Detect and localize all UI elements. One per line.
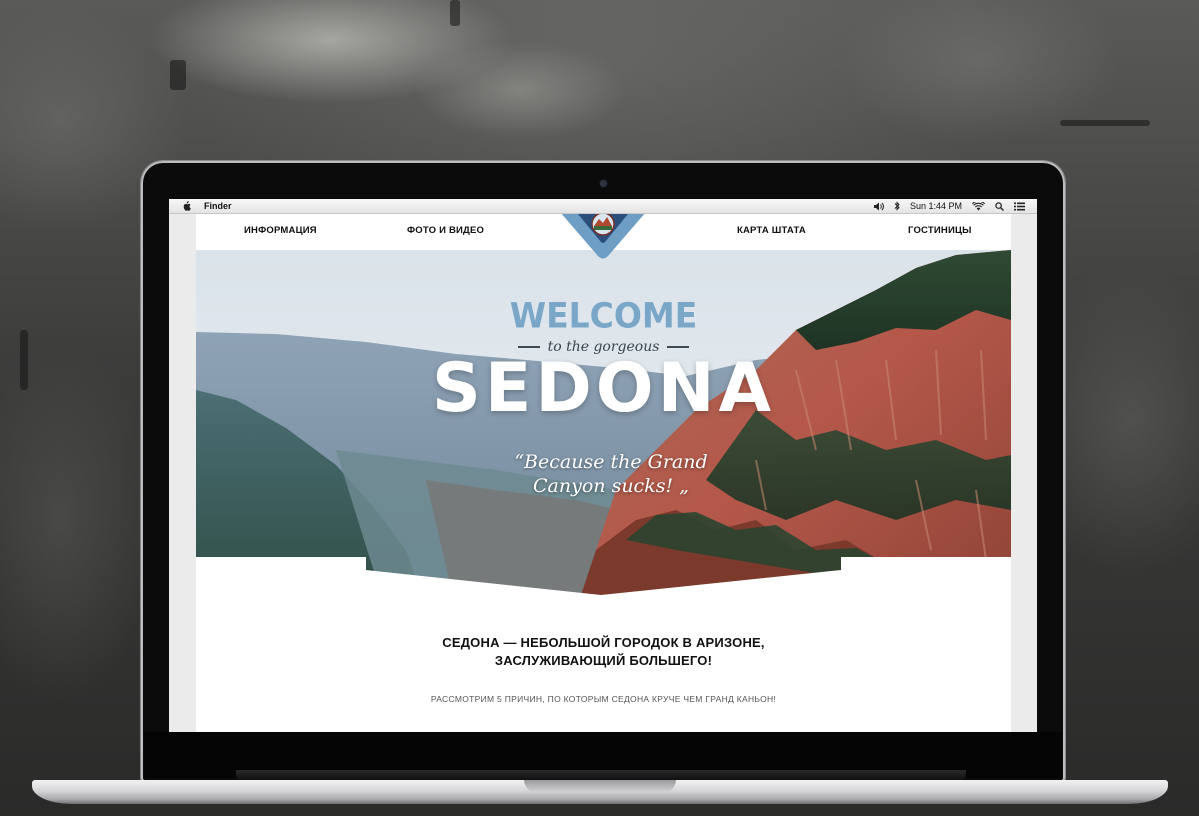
- intro-headline-line-1: СЕДОНА — НЕБОЛЬШОЙ ГОРОДОК В АРИЗОНЕ,: [442, 635, 765, 650]
- wall-crack: [1060, 120, 1150, 126]
- wall-crack: [170, 60, 186, 90]
- nav-hotels-link[interactable]: ГОСТИНИЦЫ: [908, 225, 972, 236]
- laptop-thumb-notch: [524, 780, 676, 792]
- mac-menubar: Finder Sun 1:44 PM: [169, 199, 1037, 214]
- tagline-dash-right: [667, 346, 690, 348]
- wall-crack: [20, 330, 28, 390]
- sedona-website: ИНФОРМАЦИЯ ФОТО И ВИДЕО КАРТА ШТАТА ГОСТ…: [196, 214, 1011, 732]
- intro-headline-line-2: ЗАСЛУЖИВАЮЩИЙ БОЛЬШЕГО!: [494, 653, 713, 668]
- laptop-hinge: [236, 770, 966, 780]
- apple-icon[interactable]: [182, 201, 191, 211]
- notification-list-icon[interactable]: [1014, 202, 1025, 211]
- wifi-icon[interactable]: [972, 201, 985, 211]
- nav-state-map-link[interactable]: КАРТА ШТАТА: [737, 225, 806, 236]
- volume-icon[interactable]: [873, 202, 884, 211]
- intro-headline: СЕДОНА — НЕБОЛЬШОЙ ГОРОДОК В АРИЗОНЕ, ЗА…: [196, 634, 1011, 670]
- quote-line-1: “Because the Grand: [514, 451, 708, 473]
- nav-info-link[interactable]: ИНФОРМАЦИЯ: [244, 225, 317, 236]
- tagline-dash-left: [517, 346, 540, 348]
- spotlight-search-icon[interactable]: [995, 201, 1004, 211]
- quote-line-2: Canyon sucks! „: [533, 475, 689, 497]
- intro-section: СЕДОНА — НЕБОЛЬШОЙ ГОРОДОК В АРИЗОНЕ, ЗА…: [196, 634, 1011, 704]
- hero-title: SEDONA: [431, 349, 776, 428]
- menubar-status-area: Sun 1:44 PM: [873, 201, 1025, 211]
- webcam-icon: [600, 180, 607, 187]
- wall-crack: [450, 0, 460, 26]
- hero-quote: “Because the Grand Canyon sucks! „: [496, 450, 726, 498]
- laptop-screen: Finder Sun 1:44 PM ИНФОРМАЦИЯ ФОТО И ВИД…: [169, 199, 1037, 732]
- clock[interactable]: Sun 1:44 PM: [910, 201, 962, 211]
- nav-photo-video-link[interactable]: ФОТО И ВИДЕО: [407, 225, 484, 236]
- welcome-heading: WELCOME: [509, 295, 698, 336]
- intro-subline: РАССМОТРИМ 5 ПРИЧИН, ПО КОТОРЫМ СЕДОНА К…: [430, 694, 777, 704]
- bluetooth-icon[interactable]: [894, 201, 900, 211]
- finder-menu[interactable]: Finder: [204, 201, 232, 211]
- city-of-sedona-logo[interactable]: [558, 214, 648, 260]
